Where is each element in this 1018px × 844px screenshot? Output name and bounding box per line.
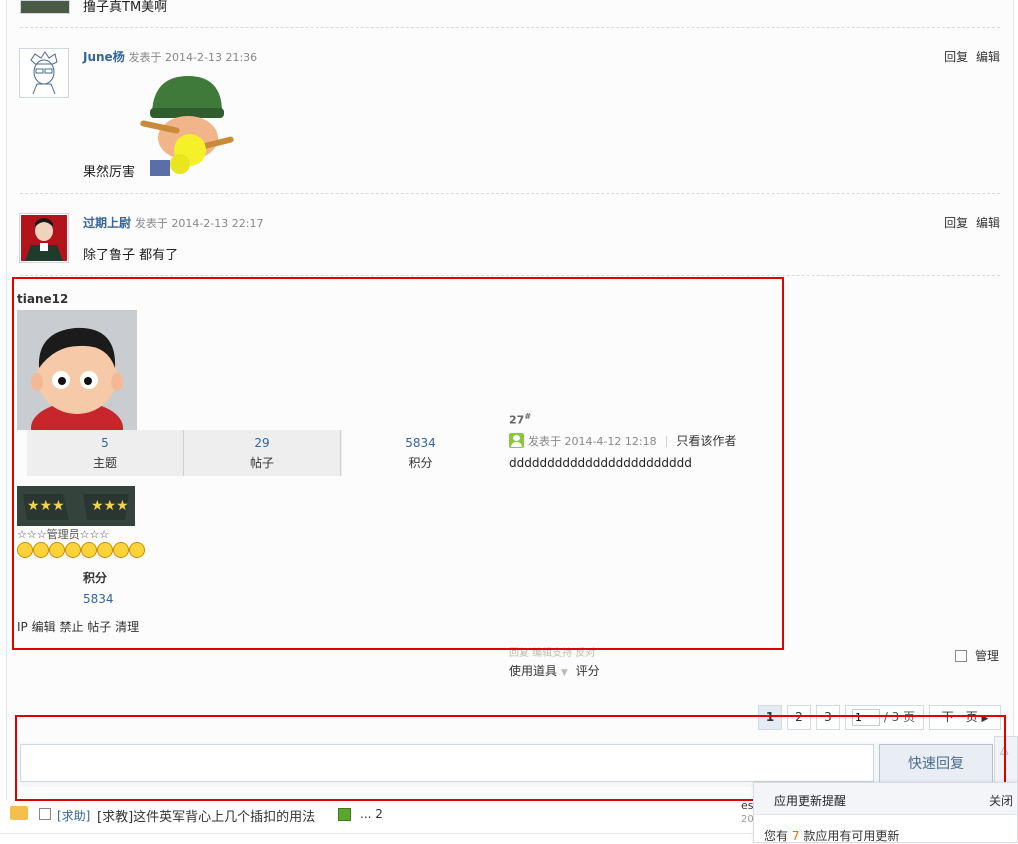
edit-link[interactable]: 编辑 [976, 50, 1000, 64]
notice-header: 应用更新提醒 关闭 [754, 783, 1017, 815]
post-message: 果然厉害 [83, 165, 136, 180]
thread-title[interactable]: [求教]这件英军背心上几个插扣的用法 [97, 806, 315, 825]
tool-actions: 使用道具 ▼ 评分 [509, 662, 600, 679]
post-divider [20, 27, 1000, 28]
officer-portrait-icon [21, 215, 67, 261]
manage-label: 管理 [975, 649, 1000, 663]
thread-author-partial: es [741, 799, 754, 812]
avatar[interactable] [19, 48, 69, 98]
soldier-emoticon [140, 72, 235, 179]
post-divider [20, 275, 1000, 276]
prev-post-message: 撸子真TM美啊 [83, 0, 168, 15]
rate-link[interactable]: 评分 [576, 664, 600, 678]
thread-checkbox[interactable] [39, 808, 51, 820]
notice-text-before: 您有 [764, 829, 789, 843]
avatar[interactable] [19, 213, 69, 263]
author-link[interactable]: June杨 [83, 50, 125, 64]
post-header: June杨 发表于 2014-2-13 21:36 [83, 48, 257, 65]
highlight-box [12, 277, 784, 650]
post-time: 发表于 2014-2-13 21:36 [128, 51, 258, 64]
post-actions: 回复 编辑 [940, 214, 1000, 231]
manage-control: 管理 [955, 647, 999, 664]
reply-link[interactable]: 回复 [944, 50, 968, 64]
reply-link[interactable]: 回复 [944, 216, 968, 230]
notice-text-after: 款应用有可用更新 [803, 829, 900, 843]
post-actions: 回复 编辑 [940, 48, 1000, 65]
edit-link[interactable]: 编辑 [976, 216, 1000, 230]
post-time: 发表于 2014-2-13 22:17 [134, 217, 264, 230]
caret-down-icon: ▼ [560, 668, 568, 678]
manage-checkbox[interactable] [955, 649, 967, 662]
use-tool-link[interactable]: 使用道具 [509, 664, 557, 678]
update-notice-popup: 应用更新提醒 关闭 您有 7 款应用有可用更新 [753, 782, 1018, 843]
folder-icon [10, 806, 28, 820]
notice-count: 7 [791, 829, 800, 843]
post-divider [20, 193, 1000, 194]
prev-avatar[interactable] [20, 0, 70, 14]
author-link[interactable]: 过期上尉 [83, 216, 131, 230]
notice-close-button[interactable]: 关闭 [989, 792, 1013, 809]
image-attachment-icon [338, 808, 351, 821]
post-header: 过期上尉 发表于 2014-2-13 22:17 [83, 214, 263, 231]
post-message: 除了鲁子 都有了 [83, 248, 179, 263]
sketch-portrait-icon [21, 50, 67, 96]
thread-date-partial: 20 [741, 814, 754, 825]
thread-pages[interactable]: ... 2 [360, 807, 383, 821]
notice-body: 您有 7 款应用有可用更新 [754, 815, 1017, 844]
thread-tag[interactable]: [求助] [57, 807, 90, 824]
notice-title: 应用更新提醒 [774, 794, 847, 808]
